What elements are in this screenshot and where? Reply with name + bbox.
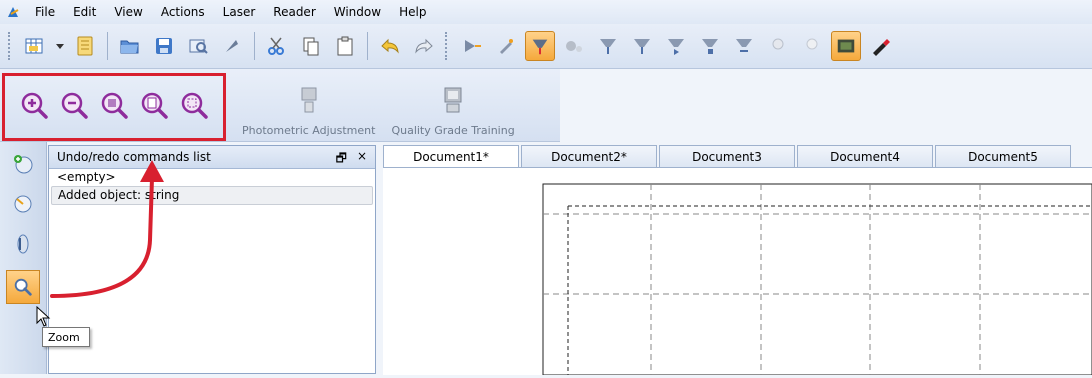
paste-icon[interactable] — [330, 31, 360, 61]
menu-file[interactable]: File — [26, 0, 64, 24]
add-object-icon[interactable] — [9, 150, 37, 178]
list-item[interactable]: Added object: string — [51, 186, 373, 205]
left-toolbar — [0, 142, 47, 374]
new-document-icon[interactable] — [20, 31, 50, 61]
laser-tool-icon[interactable] — [457, 31, 487, 61]
open-icon[interactable] — [115, 31, 145, 61]
light-off-icon[interactable] — [763, 31, 793, 61]
list-item[interactable]: <empty> — [51, 169, 373, 186]
tab-document5[interactable]: Document5 — [935, 145, 1071, 167]
menu-laser[interactable]: Laser — [214, 0, 265, 24]
pointer-tool-icon[interactable] — [217, 31, 247, 61]
gears-icon[interactable] — [559, 31, 589, 61]
quality-grade-training-button[interactable]: Quality Grade Training — [383, 73, 522, 137]
redo-icon[interactable] — [409, 31, 439, 61]
camera-view-icon[interactable] — [831, 31, 861, 61]
menu-help[interactable]: Help — [390, 0, 435, 24]
clock-tool-icon[interactable] — [9, 190, 37, 218]
document-tabs: Document1* Document2* Document3 Document… — [383, 145, 1092, 168]
separator — [367, 32, 368, 60]
menu-bar: File Edit View Actions Laser Reader Wind… — [0, 0, 1092, 24]
photometric-adjustment-label: Photometric Adjustment — [242, 124, 376, 137]
save-icon[interactable] — [149, 31, 179, 61]
separator — [254, 32, 255, 60]
tab-document1[interactable]: Document1* — [383, 145, 519, 168]
menu-window[interactable]: Window — [325, 0, 390, 24]
document-canvas[interactable] — [383, 167, 1092, 376]
tab-document4[interactable]: Document4 — [797, 145, 933, 167]
dropdown-arrow-icon[interactable] — [54, 31, 66, 61]
photometric-adjustment-button[interactable]: Photometric Adjustment — [234, 73, 383, 137]
photometric-icon — [301, 87, 317, 113]
zoom-group-highlight — [2, 73, 226, 141]
pin-icon[interactable]: 🗗 — [336, 149, 347, 170]
layers-tool-icon[interactable] — [9, 230, 37, 258]
undo-icon[interactable] — [375, 31, 405, 61]
zoom-tool-icon[interactable] — [6, 270, 40, 304]
mouse-cursor-icon — [36, 306, 51, 327]
head-stop-icon[interactable] — [695, 31, 725, 61]
menu-actions[interactable]: Actions — [152, 0, 214, 24]
head-play-icon[interactable] — [661, 31, 691, 61]
undo-redo-panel: Undo/redo commands list 🗗 × <empty> Adde… — [48, 145, 376, 374]
copy-icon[interactable] — [296, 31, 326, 61]
tab-document3[interactable]: Document3 — [659, 145, 795, 167]
head-up-icon[interactable] — [593, 31, 623, 61]
print-preview-icon[interactable] — [183, 31, 213, 61]
close-icon[interactable]: × — [357, 149, 367, 170]
laser-head-icon[interactable] — [525, 31, 555, 61]
tab-document2[interactable]: Document2* — [521, 145, 657, 167]
head-down-icon[interactable] — [627, 31, 657, 61]
toolbar-grip[interactable] — [8, 32, 14, 60]
marker-tool-icon[interactable] — [491, 31, 521, 61]
menu-reader[interactable]: Reader — [264, 0, 324, 24]
panel-title: Undo/redo commands list — [57, 150, 211, 164]
toolbar-grip[interactable] — [445, 32, 451, 60]
quality-training-icon — [444, 87, 462, 113]
light-dim-icon[interactable] — [797, 31, 827, 61]
zoom-tooltip: Zoom — [42, 327, 90, 347]
canvas-grid — [542, 183, 1092, 376]
quality-grade-training-label: Quality Grade Training — [391, 124, 515, 137]
cut-icon[interactable] — [262, 31, 292, 61]
template-icon[interactable] — [70, 31, 100, 61]
app-icon — [8, 7, 19, 17]
menu-edit[interactable]: Edit — [64, 0, 105, 24]
menu-view[interactable]: View — [105, 0, 151, 24]
head-test-icon[interactable] — [729, 31, 759, 61]
pen-icon[interactable] — [865, 31, 895, 61]
main-toolbar — [0, 24, 1092, 69]
separator — [107, 32, 108, 60]
panel-header: Undo/redo commands list 🗗 × — [49, 146, 375, 169]
